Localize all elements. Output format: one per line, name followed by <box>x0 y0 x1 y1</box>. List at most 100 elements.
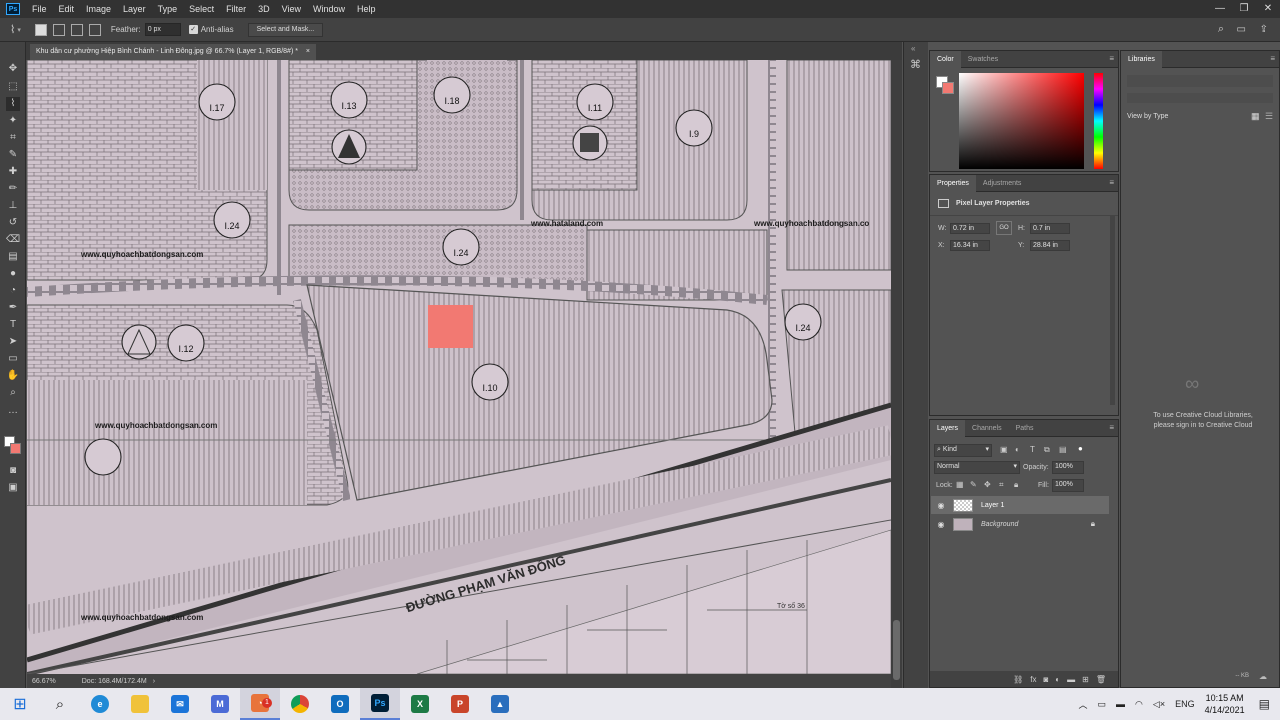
tab-libraries[interactable]: Libraries <box>1121 50 1162 68</box>
tab-properties[interactable]: Properties <box>930 174 976 192</box>
taskbar-photos[interactable]: ▲ <box>480 688 520 720</box>
height-input[interactable]: 0.7 in <box>1030 223 1070 234</box>
brush-tool-icon[interactable]: ✏ <box>6 182 20 196</box>
clone-stamp-tool-icon[interactable]: ⊥ <box>6 199 20 213</box>
more-tools-icon[interactable]: … <box>6 404 20 418</box>
menu-edit[interactable]: Edit <box>53 4 81 14</box>
healing-brush-tool-icon[interactable]: ✚ <box>6 165 20 179</box>
canvas[interactable]: I.17 I.13 I.18 I.11 I.9 I.24 I.24 I.24 I… <box>27 60 891 674</box>
taskbar-app-blue[interactable]: M <box>200 688 240 720</box>
layer-name[interactable]: Layer 1 <box>981 502 1004 509</box>
eyedropper-tool-icon[interactable]: ✎ <box>6 148 20 162</box>
filter-toggle-icon[interactable]: ● <box>1078 444 1083 453</box>
minimize-button[interactable]: — <box>1208 0 1232 18</box>
battery-icon[interactable]: ▬ <box>1116 699 1125 709</box>
taskbar-outlook[interactable]: O <box>320 688 360 720</box>
background-color-swatch[interactable] <box>10 443 21 454</box>
menu-file[interactable]: File <box>26 4 53 14</box>
gradient-tool-icon[interactable]: ▤ <box>6 250 20 264</box>
color-background-swatch[interactable] <box>942 82 954 94</box>
intersect-selection-icon[interactable] <box>88 23 101 36</box>
add-to-selection-icon[interactable] <box>52 23 65 36</box>
status-arrow-icon[interactable]: › <box>153 678 155 685</box>
taskbar-powerpoint[interactable]: P <box>440 688 480 720</box>
lasso-tool-preset-icon[interactable]: ⌇ <box>10 23 15 36</box>
restore-button[interactable]: ❐ <box>1232 0 1256 18</box>
panel-menu-icon[interactable]: ≡ <box>1109 178 1114 187</box>
filter-adjustment-icon[interactable]: ◐ <box>1015 445 1020 454</box>
history-brush-tool-icon[interactable]: ↺ <box>6 216 20 230</box>
taskbar-chrome[interactable] <box>280 688 320 720</box>
width-input[interactable]: 0.72 in <box>950 223 990 234</box>
volume-icon[interactable]: ◁× <box>1153 699 1165 710</box>
hand-tool-icon[interactable]: ✋ <box>6 369 20 383</box>
x-input[interactable]: 16.34 in <box>950 240 990 251</box>
lock-artboard-icon[interactable]: ⌗ <box>999 480 1004 490</box>
add-mask-icon[interactable]: ◙ <box>1043 675 1048 684</box>
scrollbar-thumb[interactable] <box>893 620 900 680</box>
y-input[interactable]: 28.84 in <box>1030 240 1070 251</box>
panel-menu-icon[interactable]: ≡ <box>1270 54 1275 63</box>
language-indicator[interactable]: ENG <box>1175 699 1195 709</box>
dodge-tool-icon[interactable]: ◔ <box>6 284 20 298</box>
menu-image[interactable]: Image <box>80 4 117 14</box>
grid-view-icon[interactable]: ▦ <box>1251 111 1260 122</box>
magic-wand-tool-icon[interactable]: ✦ <box>6 114 20 128</box>
vertical-scrollbar[interactable] <box>891 60 902 688</box>
zoom-level[interactable]: 66.67% <box>32 678 56 685</box>
panel-menu-icon[interactable]: ≡ <box>1109 423 1114 432</box>
opacity-input[interactable]: 100% <box>1052 461 1084 474</box>
trash-icon[interactable]: 🗑︎ <box>1096 675 1106 684</box>
search-icon[interactable]: ⌕ <box>1218 23 1224 36</box>
document-tab[interactable]: Khu dân cư phường Hiệp Bình Chánh - Linh… <box>30 44 316 60</box>
list-view-icon[interactable]: ☰ <box>1265 111 1273 122</box>
zoom-tool-icon[interactable]: ⌕ <box>6 386 20 400</box>
lasso-tool-icon[interactable]: ⌇ <box>6 97 20 111</box>
hue-slider[interactable] <box>1094 73 1103 169</box>
select-and-mask-button[interactable]: Select and Mask... <box>247 22 324 37</box>
share-icon[interactable]: ⇪ <box>1260 24 1268 35</box>
menu-view[interactable]: View <box>276 4 307 14</box>
filter-type-icon[interactable]: T <box>1030 445 1035 454</box>
taskbar-photoshop[interactable]: Ps <box>360 688 400 720</box>
tab-color[interactable]: Color <box>930 50 961 68</box>
menu-help[interactable]: Help <box>351 4 382 14</box>
subtract-from-selection-icon[interactable] <box>70 23 83 36</box>
eraser-tool-icon[interactable]: ⌫ <box>6 233 20 247</box>
properties-scrollbar[interactable] <box>1110 215 1115 405</box>
menu-layer[interactable]: Layer <box>117 4 152 14</box>
lock-all-icon[interactable]: 🔒︎ <box>1014 480 1018 490</box>
new-selection-icon[interactable] <box>34 23 47 36</box>
tab-swatches[interactable]: Swatches <box>961 51 1005 68</box>
tab-layers[interactable]: Layers <box>930 419 966 437</box>
path-selection-tool-icon[interactable]: ➤ <box>6 335 20 349</box>
type-tool-icon[interactable]: T <box>6 318 20 332</box>
menu-window[interactable]: Window <box>307 4 351 14</box>
tab-adjustments[interactable]: Adjustments <box>976 175 1029 192</box>
library-search-input[interactable] <box>1127 75 1273 87</box>
chevron-up-icon[interactable]: ︿ <box>1079 698 1088 711</box>
tab-channels[interactable]: Channels <box>965 420 1009 437</box>
fx-icon[interactable]: fx <box>1030 675 1036 684</box>
adjustment-layer-icon[interactable]: ◐ <box>1055 675 1060 684</box>
layer-filter-kind[interactable]: ⌕ Kind ▾ <box>934 444 992 457</box>
feather-input[interactable]: 0 px <box>144 23 181 36</box>
lock-image-icon[interactable]: ✎ <box>970 480 977 489</box>
layer-name[interactable]: Background <box>981 521 1018 528</box>
visibility-eye-icon[interactable]: ◉ <box>935 501 947 510</box>
library-select[interactable] <box>1127 93 1273 103</box>
workspace-icon[interactable]: ▭ <box>1237 24 1246 35</box>
start-button[interactable]: ⊞ <box>0 688 40 720</box>
new-layer-icon[interactable]: ⊞ <box>1082 675 1089 684</box>
panel-collapse-icon[interactable]: « <box>911 44 915 53</box>
search-button[interactable]: ⌕ <box>40 688 80 720</box>
layer-1-selection-fill[interactable] <box>428 305 473 348</box>
filter-pixel-icon[interactable]: ▣ <box>1000 445 1008 454</box>
taskbar-excel[interactable]: X <box>400 688 440 720</box>
menu-filter[interactable]: Filter <box>220 4 252 14</box>
link-dimensions-icon[interactable]: GO <box>996 221 1012 235</box>
wifi-icon[interactable]: ◠ <box>1135 699 1143 710</box>
menu-type[interactable]: Type <box>152 4 184 14</box>
lock-position-icon[interactable]: ✥ <box>984 480 991 489</box>
chevron-down-icon[interactable]: ▾ <box>17 26 21 34</box>
